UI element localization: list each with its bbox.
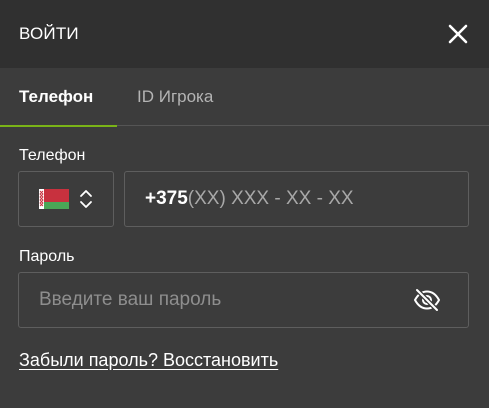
- phone-mask: (XX) XXX - XX - XX: [187, 188, 354, 209]
- chevron-up-down-icon: [80, 190, 92, 208]
- eye-off-icon[interactable]: [413, 288, 441, 312]
- forgot-password-link[interactable]: Забыли пароль? Восстановить: [19, 350, 278, 371]
- phone-input[interactable]: +375 (XX) XXX - XX - XX: [124, 171, 469, 227]
- password-placeholder: Введите ваш пароль: [39, 289, 222, 310]
- modal-title: ВОЙТИ: [19, 24, 79, 43]
- login-modal: ВОЙТИ Телефон ID Игрока Телефон +375 (XX)…: [0, 0, 489, 408]
- tab-player-id[interactable]: ID Игрока: [137, 68, 213, 126]
- belarus-flag-icon: [39, 189, 69, 209]
- tab-phone[interactable]: Телефон: [0, 68, 117, 127]
- phone-label: Телефон: [19, 147, 86, 164]
- modal-header: ВОЙТИ: [0, 0, 489, 68]
- close-icon[interactable]: [446, 22, 470, 46]
- password-label: Пароль: [19, 248, 75, 265]
- password-input[interactable]: Введите ваш пароль: [18, 272, 469, 328]
- phone-country-code: +375: [145, 188, 188, 209]
- country-selector[interactable]: [18, 171, 114, 227]
- login-tabs: Телефон ID Игрока: [0, 68, 489, 127]
